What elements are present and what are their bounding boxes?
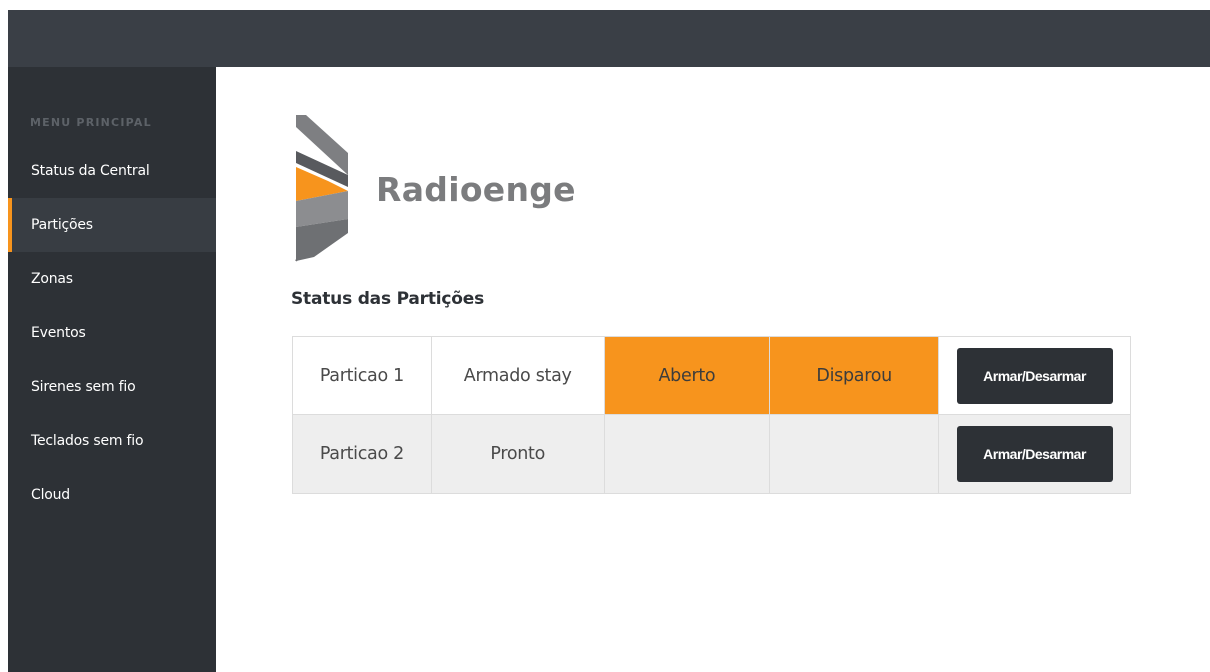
brand-logo: Radioenge (290, 115, 650, 265)
arm-disarm-button[interactable]: Armar/Desarmar (956, 347, 1113, 404)
table-row: Particao 2 Pronto Armar/Desarmar (292, 414, 1131, 494)
partition-action-cell: Armar/Desarmar (938, 414, 1131, 494)
sidebar-item-cloud[interactable]: Cloud (8, 468, 216, 522)
sidebar-item-status-da-central[interactable]: Status da Central (8, 144, 216, 198)
sidebar-item-zonas[interactable]: Zonas (8, 252, 216, 306)
partition-action-cell: Armar/Desarmar (938, 336, 1131, 415)
top-bar (8, 10, 1210, 67)
partition-name: Particao 2 (292, 414, 432, 494)
sidebar-menu: Status da Central Partições Zonas Evento… (8, 144, 216, 522)
radioenge-logo-icon (295, 115, 348, 262)
brand-name: Radioenge (376, 170, 576, 209)
partition-open-status: Aberto (603, 336, 771, 415)
sidebar-item-particoes[interactable]: Partições (8, 198, 216, 252)
menu-header: MENU PRINCIPAL (30, 116, 152, 129)
sidebar-item-eventos[interactable]: Eventos (8, 306, 216, 360)
section-title: Status das Partições (291, 289, 485, 309)
partition-state: Armado stay (430, 336, 605, 415)
partition-name: Particao 1 (292, 336, 432, 415)
sidebar: MENU PRINCIPAL Status da Central Partiçõ… (8, 67, 216, 672)
arm-disarm-button[interactable]: Armar/Desarmar (956, 426, 1113, 482)
sidebar-item-teclados-sem-fio[interactable]: Teclados sem fio (8, 414, 216, 468)
sidebar-item-sirenes-sem-fio[interactable]: Sirenes sem fio (8, 360, 216, 414)
partition-state: Pronto (430, 414, 605, 494)
partitions-table: Particao 1 Armado stay Aberto Disparou A… (292, 336, 1131, 494)
partition-open-status (603, 414, 771, 494)
table-row: Particao 1 Armado stay Aberto Disparou A… (292, 336, 1131, 415)
partition-fired-status (769, 414, 940, 494)
partition-fired-status: Disparou (769, 336, 940, 415)
